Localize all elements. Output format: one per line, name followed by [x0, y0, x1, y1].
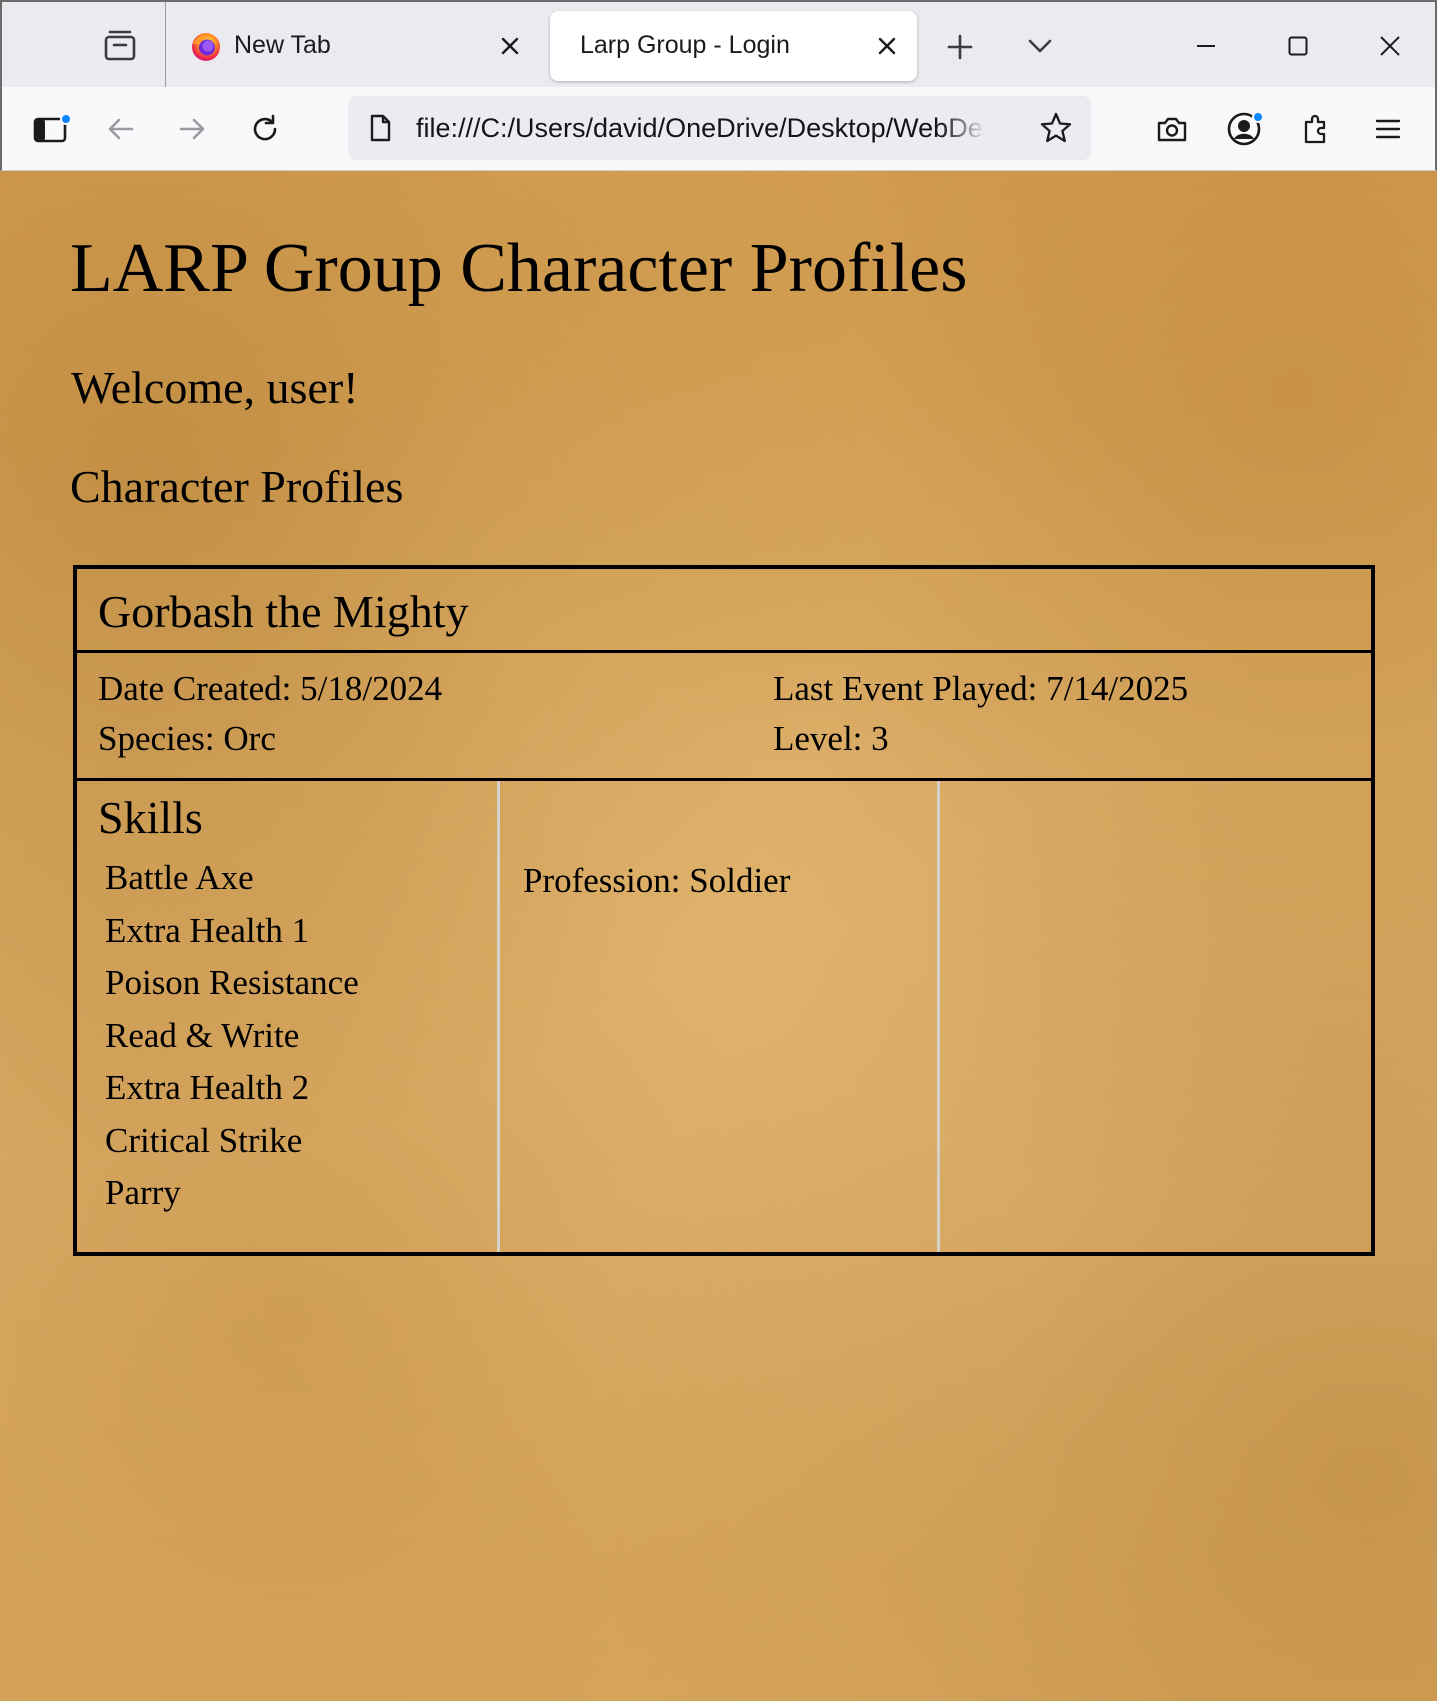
close-window-button[interactable]: [1368, 24, 1412, 68]
column-divider: [497, 781, 500, 1252]
minimize-button[interactable]: [1184, 24, 1228, 68]
close-icon: [501, 37, 519, 55]
tab-overview-button[interactable]: [86, 18, 154, 74]
tab-larp-group-login[interactable]: Larp Group - Login: [550, 11, 917, 81]
application-menu-button[interactable]: [1366, 107, 1410, 151]
screenshot-button[interactable]: [1150, 107, 1194, 151]
list-all-tabs-button[interactable]: [1022, 28, 1058, 64]
column-divider: [937, 781, 940, 1252]
welcome-message: Welcome, user!: [71, 362, 359, 413]
reload-button[interactable]: [243, 107, 287, 151]
species: Species: Orc: [98, 719, 276, 758]
level: Level: 3: [773, 719, 889, 758]
notification-dot: [1252, 111, 1264, 123]
character-name-row: Gorbash the Mighty: [77, 569, 1371, 653]
date-created: Date Created: 5/18/2024: [98, 669, 443, 708]
skill-item: Extra Health 1: [105, 910, 310, 950]
section-title: Character Profiles: [70, 461, 404, 512]
close-icon: [1380, 36, 1400, 56]
character-profile-card: Gorbash the Mighty Date Created: 5/18/20…: [73, 565, 1375, 1256]
star-icon: [1040, 112, 1072, 143]
character-info-row: Date Created: 5/18/2024 Species: Orc Las…: [77, 653, 1371, 781]
skill-item: Critical Strike: [105, 1120, 303, 1160]
character-name: Gorbash the Mighty: [98, 586, 469, 637]
tab-label: New Tab: [234, 31, 331, 59]
address-bar[interactable]: file:///C:/Users/david/OneDrive/Desktop/…: [348, 96, 1091, 160]
firefox-icon: [192, 33, 220, 61]
forward-arrow-icon: [179, 118, 205, 140]
new-tab-button[interactable]: [942, 29, 978, 65]
puzzle-piece-icon: [1304, 114, 1326, 144]
skill-item: Extra Health 2: [105, 1068, 310, 1107]
sidebar-button[interactable]: [28, 107, 72, 151]
back-button[interactable]: [99, 107, 143, 151]
page-content: LARP Group Character Profiles Welcome, u…: [0, 171, 1437, 1701]
camera-icon: [1157, 117, 1187, 142]
notification-dot: [60, 113, 72, 125]
bookmark-button[interactable]: [1038, 110, 1074, 146]
url-text[interactable]: file:///C:/Users/david/OneDrive/Desktop/…: [416, 113, 986, 145]
navigation-toolbar: file:///C:/Users/david/OneDrive/Desktop/…: [0, 87, 1437, 171]
maximize-button[interactable]: [1276, 24, 1320, 68]
chevron-down-icon: [1028, 39, 1052, 53]
skills-list: Battle Axe Extra Health 1 Poison Resista…: [105, 857, 359, 1225]
skill-item: Poison Resistance: [105, 963, 359, 1002]
extensions-button[interactable]: [1294, 107, 1338, 151]
last-event-played: Last Event Played: 7/14/2025: [773, 669, 1189, 708]
skill-item: Read & Write: [105, 1015, 300, 1055]
close-tab-button[interactable]: [494, 30, 526, 62]
profession: Profession: Soldier: [523, 861, 791, 900]
maximize-icon: [1288, 36, 1308, 56]
tab-separator: [165, 2, 166, 89]
tab-overview-icon: [104, 30, 136, 61]
hamburger-menu-icon: [1375, 119, 1401, 139]
close-tab-button[interactable]: [871, 30, 903, 62]
page-icon: [370, 114, 391, 142]
skill-item: Battle Axe: [105, 858, 254, 897]
account-button[interactable]: [1222, 107, 1266, 151]
minimize-icon: [1197, 45, 1215, 47]
reload-icon: [253, 114, 277, 141]
page-title: LARP Group Character Profiles: [70, 230, 968, 307]
plus-icon: [947, 34, 973, 60]
tab-strip: New Tab Larp Group - Login: [0, 0, 1437, 89]
skills-heading: Skills: [98, 792, 203, 843]
skill-item: Parry: [105, 1173, 181, 1212]
forward-button[interactable]: [170, 107, 214, 151]
close-icon: [878, 37, 896, 55]
tab-new-tab[interactable]: New Tab: [172, 11, 542, 81]
back-arrow-icon: [108, 118, 134, 140]
tab-label: Larp Group - Login: [580, 31, 790, 59]
